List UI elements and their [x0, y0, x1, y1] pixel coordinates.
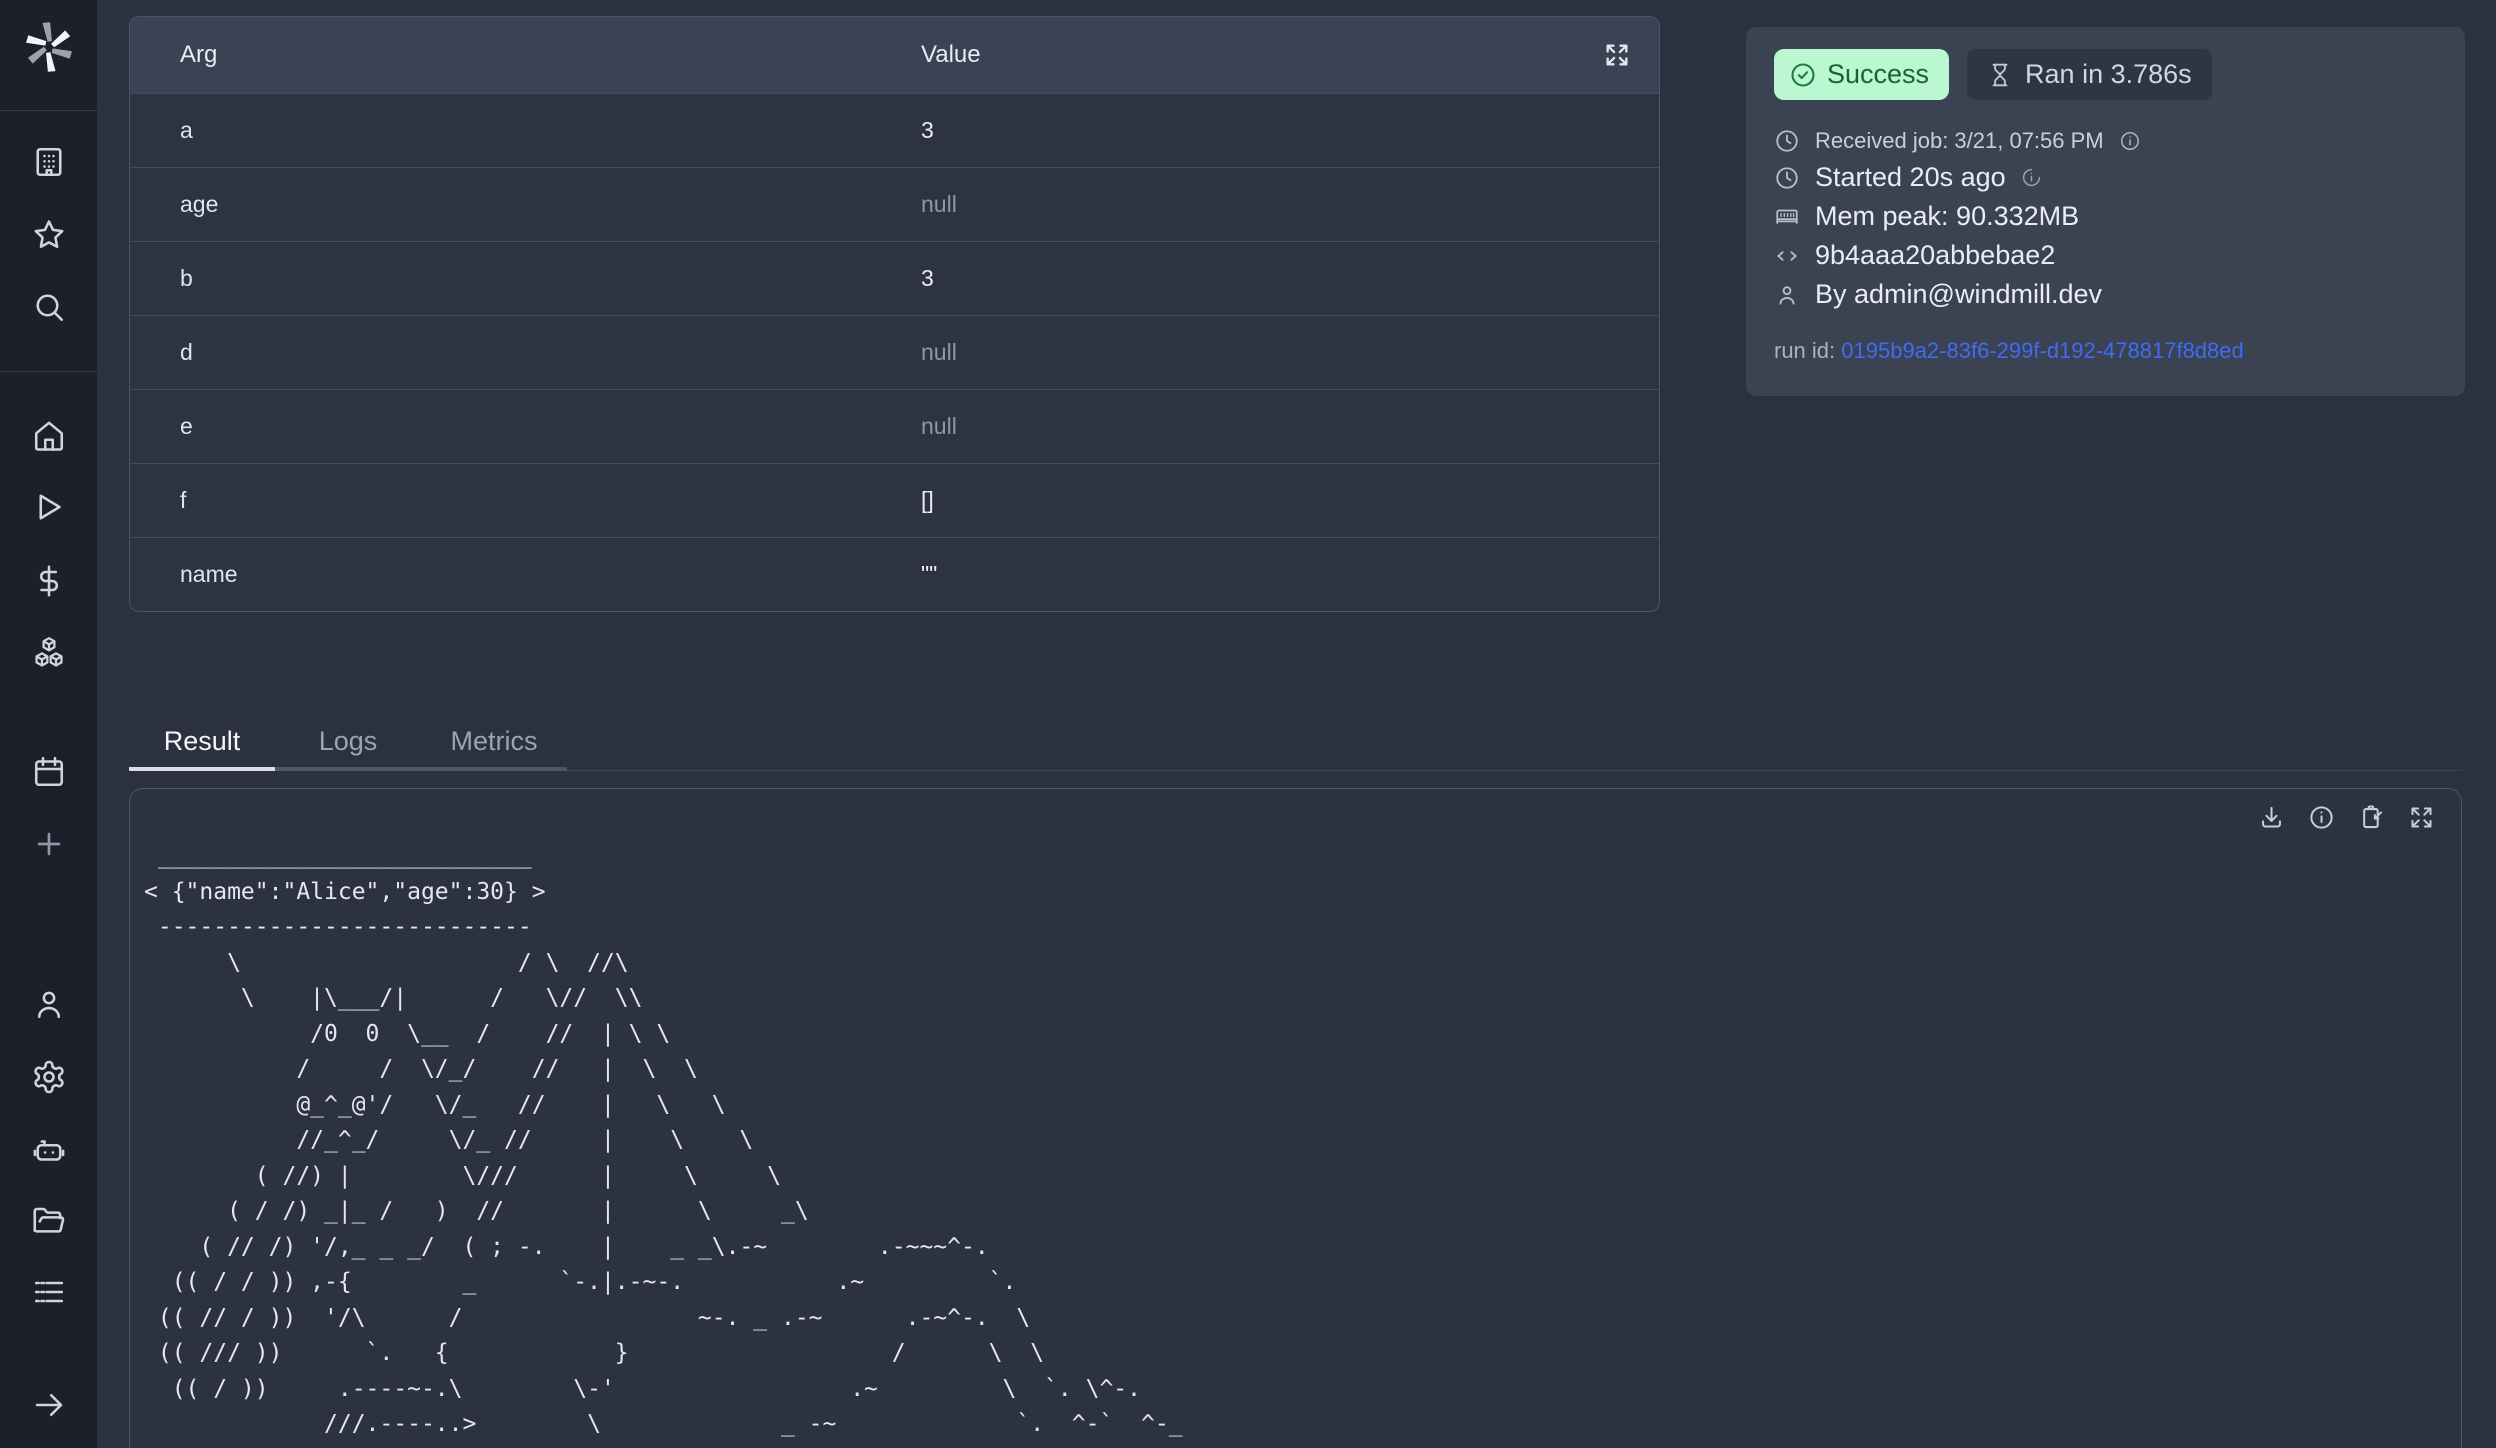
column-header-arg: Arg: [130, 41, 871, 69]
clock-icon: [1774, 128, 1800, 154]
duration-chip: Ran in 3.786s: [1967, 49, 2212, 100]
table-row: f []: [130, 463, 1659, 537]
duration-label: Ran in 3.786s: [2025, 59, 2192, 90]
arg-value: null: [871, 413, 1659, 440]
collapse-arrow-right-icon[interactable]: [0, 1387, 97, 1423]
home-icon[interactable]: [0, 418, 97, 454]
job-status-panel: Success Ran in 3.786s Received job: 3/21…: [1746, 27, 2465, 396]
table-row: name "": [130, 537, 1659, 611]
download-icon[interactable]: [2258, 804, 2285, 831]
table-row: a 3: [130, 93, 1659, 167]
received-job-text: Received job: 3/21, 07:56 PM: [1815, 128, 2104, 154]
code-icon: [1774, 243, 1800, 269]
arg-value: []: [871, 487, 1659, 514]
created-by-text: By admin@windmill.dev: [1815, 279, 2102, 310]
result-ascii-art: ___________________________ < {"name":"A…: [144, 839, 1183, 1448]
arg-name: age: [130, 191, 871, 218]
check-circle-icon: [1789, 61, 1817, 89]
sidebar: [0, 0, 97, 1448]
memory-icon: [1774, 204, 1800, 230]
status-badge: Success: [1774, 49, 1949, 100]
arg-value: 3: [871, 265, 1659, 292]
arg-name: name: [130, 561, 871, 588]
arg-name: d: [130, 339, 871, 366]
info-icon[interactable]: [2119, 130, 2141, 152]
workers-robot-icon[interactable]: [0, 1131, 97, 1167]
table-row: d null: [130, 315, 1659, 389]
workspace-building-icon[interactable]: [0, 144, 97, 180]
run-id-link[interactable]: 0195b9a2-83f6-299f-d192-478817f8d8ed: [1841, 338, 2243, 363]
arg-value: null: [871, 191, 1659, 218]
sidebar-divider: [0, 371, 97, 372]
arg-name: e: [130, 413, 871, 440]
clock-icon: [1774, 165, 1800, 191]
schedules-calendar-icon[interactable]: [0, 754, 97, 790]
copy-to-clipboard-icon[interactable]: [2358, 804, 2385, 831]
windmill-logo-icon[interactable]: [0, 20, 97, 74]
folders-icon[interactable]: [0, 1203, 97, 1239]
user-icon[interactable]: [0, 986, 97, 1022]
sidebar-divider: [0, 110, 97, 111]
arg-value: "": [871, 561, 1659, 588]
runs-play-icon[interactable]: [0, 489, 97, 525]
create-plus-icon[interactable]: [0, 827, 97, 861]
clock-info-icon[interactable]: [2021, 167, 2042, 188]
started-text: Started 20s ago: [1815, 162, 2006, 193]
args-table: Arg Value a 3 age null b 3 d null e null…: [129, 16, 1660, 612]
arg-value: 3: [871, 117, 1659, 144]
result-panel: ___________________________ < {"name":"A…: [129, 788, 2462, 1448]
arg-name: f: [130, 487, 871, 514]
table-row: e null: [130, 389, 1659, 463]
info-icon[interactable]: [2308, 804, 2335, 831]
script-hash-link[interactable]: 9b4aaa20abbebae2: [1815, 240, 2055, 271]
tab-metrics[interactable]: Metrics: [421, 716, 567, 771]
resources-cubes-icon[interactable]: [0, 634, 97, 670]
arg-name: b: [130, 265, 871, 292]
column-header-value: Value: [871, 41, 1659, 69]
hourglass-icon: [1987, 62, 2013, 88]
args-table-header: Arg Value: [130, 17, 1659, 93]
user-icon: [1774, 282, 1800, 308]
table-row: age null: [130, 167, 1659, 241]
search-icon[interactable]: [0, 289, 97, 325]
tab-result[interactable]: Result: [129, 716, 275, 771]
expand-args-icon[interactable]: [1603, 41, 1631, 69]
audit-logs-list-icon[interactable]: [0, 1274, 97, 1310]
table-row: b 3: [130, 241, 1659, 315]
result-tabbar: Result Logs Metrics: [129, 716, 2462, 771]
fullscreen-expand-icon[interactable]: [2408, 804, 2435, 831]
status-badge-label: Success: [1827, 59, 1929, 90]
favorites-star-icon[interactable]: [0, 217, 97, 253]
tab-logs[interactable]: Logs: [275, 716, 421, 771]
settings-gear-icon[interactable]: [0, 1059, 97, 1095]
run-id-label: run id:: [1774, 338, 1835, 363]
arg-value: null: [871, 339, 1659, 366]
mem-peak-text: Mem peak: 90.332MB: [1815, 201, 2079, 232]
variables-dollar-icon[interactable]: [0, 563, 97, 599]
arg-name: a: [130, 117, 871, 144]
